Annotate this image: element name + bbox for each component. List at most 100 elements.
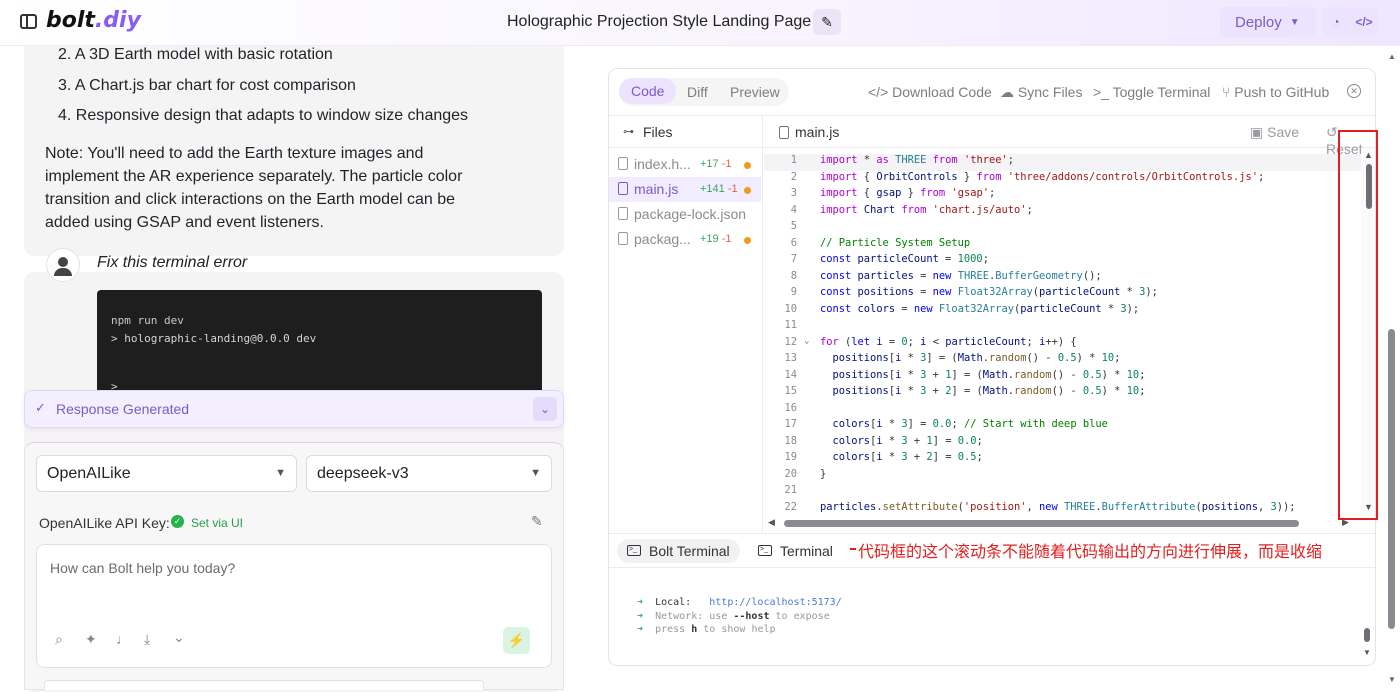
code-line: npm run dev bbox=[111, 314, 184, 327]
file-tree: ⊶ Files index.h... +17 -1 main.js +141 -… bbox=[609, 115, 763, 533]
list-item: 3. A Chart.js bar chart for cost compari… bbox=[58, 77, 356, 94]
sparkle-icon[interactable]: ✦ bbox=[85, 631, 97, 648]
file-item[interactable]: package-lock.json bbox=[609, 202, 761, 227]
code-line: 7 const particleCount = 1000; bbox=[790, 253, 989, 265]
tab-preview[interactable]: Preview bbox=[730, 84, 780, 100]
code-line: 16 bbox=[784, 401, 797, 414]
code-line: 6// Particle System Setup bbox=[790, 236, 971, 249]
download-code-button[interactable]: </> Download Code bbox=[868, 84, 992, 100]
scrollbar-thumb[interactable] bbox=[1388, 329, 1395, 629]
file-tree-header: ⊶ Files bbox=[609, 116, 763, 148]
code-line: 8 const particles = new THREE.BufferGeome… bbox=[790, 269, 1102, 282]
list-item: 4. Responsive design that adapts to wind… bbox=[58, 107, 469, 124]
chat-panel: 2. A 3D Earth model with basic rotation … bbox=[0, 46, 590, 692]
chevron-down-icon[interactable]: ⌄ bbox=[173, 629, 185, 646]
cloud-icon: ☁ bbox=[1000, 84, 1018, 100]
code-line: 10 const colors = new Float32Array(partic… bbox=[784, 302, 1140, 315]
file-icon bbox=[618, 157, 628, 170]
page-scrollbar[interactable]: ▲ ▼ bbox=[1383, 46, 1400, 690]
sync-files-button[interactable]: ☁ Sync Files bbox=[1000, 84, 1082, 101]
annotation-text: 代码框的这个滚动条不能随着代码输出的方向进行伸展，而是收缩 bbox=[856, 538, 1325, 562]
deploy-button[interactable]: Deploy ▼ bbox=[1220, 7, 1316, 37]
scroll-down-icon[interactable]: ▼ bbox=[1388, 675, 1396, 684]
edit-title-button[interactable]: ✎ bbox=[813, 9, 841, 35]
terminal-icon: >_ bbox=[1093, 84, 1113, 100]
user-message-text: Fix this terminal error bbox=[97, 254, 248, 271]
app-header: bolt.diy Holographic Projection Style La… bbox=[0, 0, 1400, 46]
download-icon[interactable]: ⤓ bbox=[144, 631, 150, 648]
file-item[interactable]: index.h... +17 -1 bbox=[609, 152, 761, 177]
check-circle-icon: ✓ bbox=[171, 515, 184, 528]
scroll-up-icon[interactable]: ▲ bbox=[1388, 52, 1396, 61]
terminal-scrollbar[interactable]: ▼ bbox=[1363, 624, 1371, 665]
check-icon: ✓ bbox=[35, 400, 46, 415]
chevron-down-icon: ▼ bbox=[1289, 16, 1300, 28]
toggle-terminal-button[interactable]: >_ Toggle Terminal bbox=[1093, 84, 1210, 100]
code-line: 22 particles.setAttribute('position', new… bbox=[784, 500, 1296, 513]
file-item[interactable]: packag... +19 -1 bbox=[609, 227, 761, 252]
tab-terminal[interactable]: >_ Terminal bbox=[748, 539, 843, 563]
editor-header: main.js ▣ Save ↺ Reset bbox=[764, 116, 1375, 157]
scroll-left-icon[interactable]: ◀ bbox=[768, 517, 775, 528]
microphone-icon[interactable]: ♩ bbox=[116, 631, 130, 647]
git-branch-icon: ⑂ bbox=[1222, 84, 1235, 100]
workbench: Code Diff Preview </> Download Code ☁ Sy… bbox=[608, 68, 1376, 666]
pencil-icon[interactable]: ✎ bbox=[531, 513, 543, 530]
code-line: 21 bbox=[784, 484, 797, 496]
attach-icon[interactable]: ⌕ bbox=[55, 631, 63, 648]
file-icon bbox=[618, 182, 628, 195]
save-button[interactable]: ▣ Save bbox=[1250, 124, 1299, 141]
code-line: 15 positions[i * 3 + 2] = (Math.random()… bbox=[784, 385, 1146, 397]
scrollbar-thumb[interactable] bbox=[784, 520, 1299, 527]
file-item[interactable]: main.js +141 -1 bbox=[609, 177, 761, 202]
chevron-down-icon: ▼ bbox=[530, 467, 541, 479]
sidebar-toggle-icon[interactable] bbox=[20, 14, 37, 29]
code-line: 20} bbox=[784, 467, 827, 480]
push-to-github-button[interactable]: ⑂ Push to GitHub bbox=[1222, 84, 1329, 100]
send-button[interactable]: ⚡ bbox=[503, 627, 530, 654]
api-key-status: Set via UI bbox=[191, 516, 244, 530]
code-toggle-icon[interactable]: </> bbox=[1350, 7, 1378, 37]
code-editor: main.js ▣ Save ↺ Reset 1 import * as THRE… bbox=[764, 115, 1375, 533]
code-line: 9 const positions = new Float32Array(part… bbox=[790, 286, 1158, 298]
modified-dot bbox=[744, 187, 751, 194]
project-title: Holographic Projection Style Landing Pag… bbox=[507, 13, 812, 30]
app-logo[interactable]: bolt.diy bbox=[46, 8, 141, 33]
code-content[interactable]: 1 import * as THREE from 'three'; 2 import… bbox=[764, 154, 1361, 516]
terminal-icon: >_ bbox=[627, 545, 641, 556]
arrow-right-icon: ➜ bbox=[637, 597, 644, 608]
chat-toggle-icon[interactable]: ◔ bbox=[1322, 7, 1350, 37]
tab-code[interactable]: Code bbox=[619, 78, 677, 104]
user-avatar bbox=[46, 248, 80, 282]
reset-icon: ↺ bbox=[1326, 124, 1338, 140]
code-line: 13 positions[i * 3] = (Math.random() - 0… bbox=[784, 352, 1121, 364]
scrollbar-thumb[interactable] bbox=[1364, 628, 1370, 642]
terminal-icon: >_ bbox=[758, 545, 772, 556]
tab-bolt-terminal[interactable]: >_ Bolt Terminal bbox=[617, 539, 740, 563]
chevron-down-icon[interactable]: ⌄ bbox=[533, 397, 557, 421]
close-icon[interactable]: ✕ bbox=[1347, 84, 1361, 98]
code-line: 12 ⌄ for (let i = 0; i < particleCount; i+… bbox=[784, 335, 1077, 348]
tree-icon: ⊶ bbox=[623, 126, 634, 138]
code-line: > holographic-landing@0.0.0 dev bbox=[111, 332, 317, 345]
scroll-down-icon[interactable]: ▼ bbox=[1363, 648, 1371, 657]
provider-select[interactable]: OpenAILike ▼ bbox=[36, 455, 297, 492]
fold-chevron-icon[interactable]: ⌄ bbox=[804, 336, 809, 346]
code-line: 19 colors[i * 3 + 2] = 0.5; bbox=[784, 451, 983, 463]
file-icon bbox=[779, 126, 789, 139]
save-icon: ▣ bbox=[1250, 124, 1268, 140]
code-line: 18 colors[i * 3 + 1] = 0.0; bbox=[784, 434, 983, 447]
code-line: 2 import { OrbitControls } from 'three/ad… bbox=[790, 170, 1265, 183]
response-status-label: Response Generated bbox=[56, 401, 190, 417]
editor-filename: main.js bbox=[795, 124, 840, 140]
response-status-bar[interactable]: ✓ Response Generated ⌄ bbox=[24, 390, 564, 428]
arrow-right-icon: ➜ bbox=[637, 624, 644, 635]
model-select[interactable]: deepseek-v3 ▼ bbox=[306, 455, 552, 492]
code-icon: </> bbox=[868, 84, 893, 100]
editor-horizontal-scrollbar[interactable]: ◀ ▶ bbox=[764, 516, 1375, 530]
code-line: 3 import { gsap } from 'gsap'; bbox=[790, 187, 996, 199]
code-line: 1 import * as THREE from 'three'; bbox=[764, 154, 1361, 171]
prompt-input[interactable] bbox=[50, 560, 530, 576]
tab-diff[interactable]: Diff bbox=[687, 84, 708, 100]
code-line: 4 import Chart from 'chart.js/auto'; bbox=[790, 203, 1033, 216]
